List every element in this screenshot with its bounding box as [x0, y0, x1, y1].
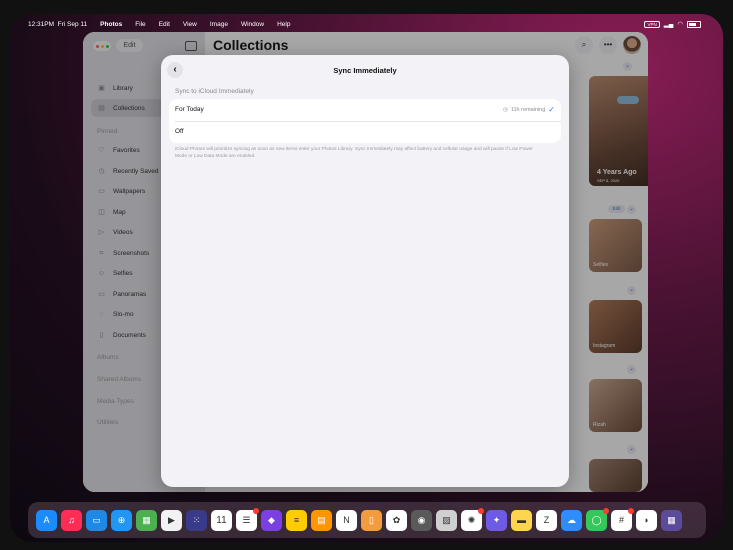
reminders-icon[interactable]: ☰ — [236, 507, 259, 531]
clock-time: 12:31PM Fri Sep 11 — [28, 20, 88, 28]
pages-icon[interactable]: ▤ — [311, 509, 332, 531]
section-header: Sync to iCloud Immediately — [175, 88, 254, 95]
stickies-icon[interactable]: ▬ — [511, 509, 532, 531]
music-icon[interactable]: ♫ — [61, 509, 82, 531]
battery-icon[interactable] — [687, 20, 701, 28]
grid-app-icon[interactable]: ▦ — [136, 509, 157, 531]
youtube-icon[interactable]: ▶ — [161, 509, 182, 531]
menu-bar: 12:31PM Fri Sep 11 Photos File Edit View… — [10, 14, 723, 34]
menu-view[interactable]: View — [183, 21, 197, 28]
sync-sheet: ‹ Sync Immediately Sync to iCloud Immedi… — [161, 55, 569, 487]
signal-icon: ▂▄ — [663, 21, 674, 28]
app-store-icon[interactable]: A — [36, 509, 57, 531]
menu-help[interactable]: Help — [277, 21, 290, 28]
safari-icon[interactable]: ⊕ — [111, 509, 132, 531]
menu-edit[interactable]: Edit — [159, 21, 170, 28]
chatgpt-icon[interactable]: ✺ — [461, 507, 484, 531]
photos-icon[interactable]: ✿ — [386, 509, 407, 531]
notification-badge — [603, 507, 609, 514]
timer-icon: ◷ — [503, 106, 508, 113]
menu-image[interactable]: Image — [210, 21, 228, 28]
files-icon[interactable]: ▭ — [86, 509, 107, 531]
notes-icon[interactable]: ≡ — [286, 509, 307, 531]
notification-badge — [628, 507, 634, 514]
option-label: For Today — [175, 106, 204, 113]
preview-icon[interactable]: ▨ — [436, 509, 457, 531]
shortcuts-icon[interactable]: ◆ — [261, 509, 282, 531]
zoom-text-icon[interactable]: Z — [536, 509, 557, 531]
slack-icon[interactable]: # — [611, 507, 634, 531]
remaining-text: 11h remaining — [510, 106, 546, 113]
notion-icon[interactable]: N — [336, 509, 357, 531]
dock: A ♫ ▭ ⊕ ▦ ▶ ⁙ 11 ☰ ◆ ≡ ▤ N ▯ ✿ ◉ ▨ ✺ ✦ ▬ Z ☁ ◯ # ◗ ▦ — [28, 502, 706, 538]
notification-badge — [478, 507, 484, 514]
checkmark-icon: ✓ — [548, 105, 555, 114]
options-group: For Today ◷ 11h remaining ✓ Off — [169, 99, 561, 143]
menu-app-name[interactable]: Photos — [100, 21, 122, 28]
option-for-today[interactable]: For Today ◷ 11h remaining ✓ — [169, 99, 561, 122]
calendar-icon[interactable]: 11 — [211, 509, 232, 531]
vpn-icon[interactable]: VPN — [644, 20, 660, 28]
messenger-icon[interactable]: ✦ — [486, 509, 507, 531]
sheet-title: Sync Immediately — [333, 66, 397, 75]
notification-badge — [253, 507, 259, 514]
rss-icon[interactable]: ◗ — [636, 509, 657, 531]
messages-icon[interactable]: ◯ — [586, 507, 609, 531]
weather-icon[interactable]: ☁ — [561, 509, 582, 531]
option-off[interactable]: Off — [169, 121, 561, 143]
camera-icon[interactable]: ◉ — [411, 509, 432, 531]
app-library-icon[interactable]: ▦ — [661, 509, 682, 531]
menu-window[interactable]: Window — [241, 21, 264, 28]
option-label: Off — [175, 128, 184, 135]
wifi-icon[interactable]: ◠ — [677, 20, 683, 28]
launcher-icon[interactable]: ⁙ — [186, 509, 207, 531]
screen: 12:31PM Fri Sep 11 Photos File Edit View… — [10, 14, 723, 542]
footnote: iCloud Photos will prioritize syncing as… — [175, 147, 533, 159]
menu-file[interactable]: File — [135, 21, 145, 28]
iphone-mirroring-icon[interactable]: ▯ — [361, 509, 382, 531]
